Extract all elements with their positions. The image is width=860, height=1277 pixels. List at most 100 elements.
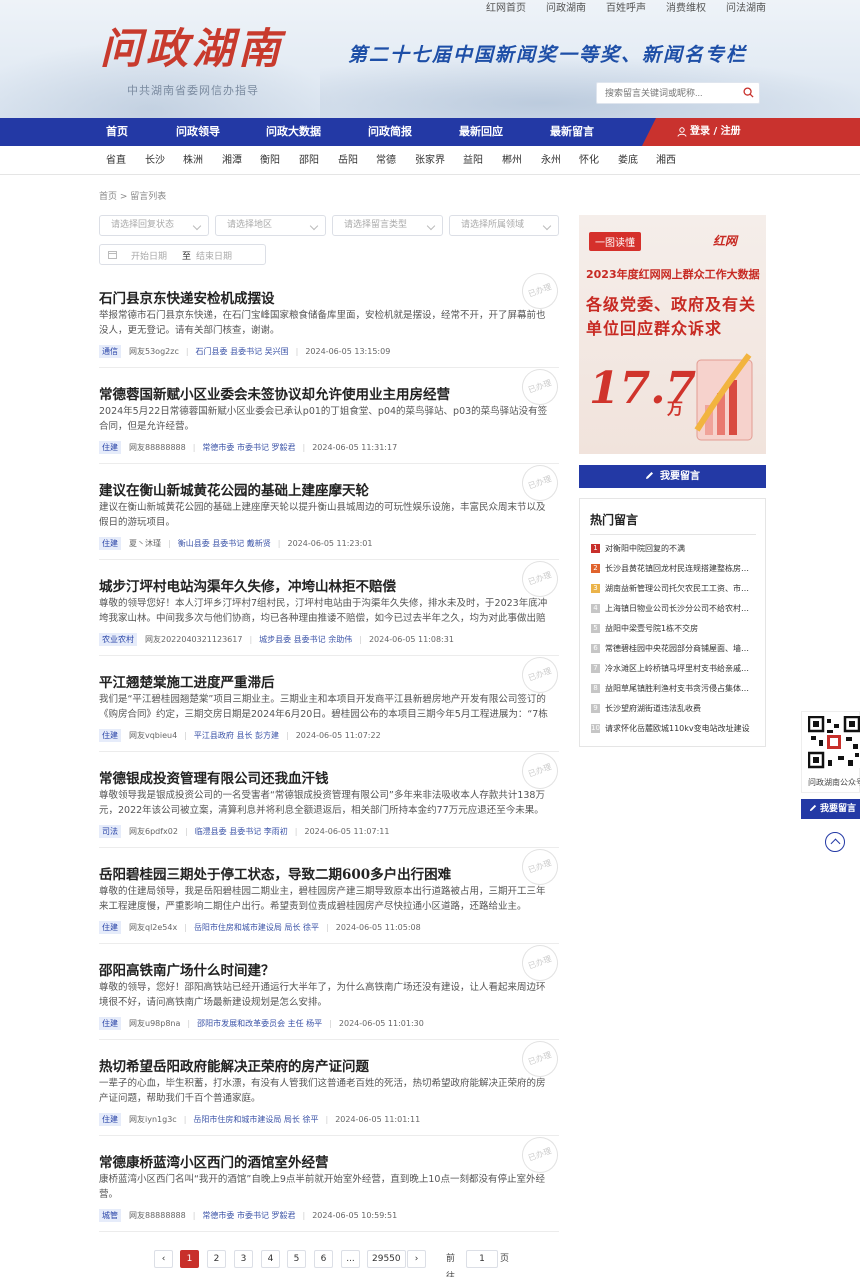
- login-area[interactable]: [642, 118, 860, 146]
- hot-message-item[interactable]: 8 益阳草尾镇胜利渔村支书贪污侵占集体…: [591, 683, 756, 695]
- page-button[interactable]: 4: [261, 1250, 280, 1268]
- site-logo[interactable]: 问政湖南: [100, 24, 284, 74]
- message-department[interactable]: 城步县委 县委书记 余助伟: [259, 634, 352, 645]
- hot-message-item[interactable]: 10 请求怀化岳麓欧城110kv变电站改址建设: [591, 723, 756, 735]
- message-title[interactable]: 热切希望岳阳政府能解决正荣府的房产证问题: [99, 1055, 369, 1075]
- hot-message-item[interactable]: 4 上海镇日物业公司长沙分公司不给农村…: [591, 603, 756, 615]
- message-title[interactable]: 岳阳碧桂园三期处于停工状态，导致二期600多户出行困难: [99, 863, 451, 883]
- goto-page-input[interactable]: 1: [466, 1250, 498, 1268]
- search-input[interactable]: [597, 83, 737, 103]
- category-tag[interactable]: 城管: [99, 1209, 121, 1222]
- last-page-button[interactable]: 29550: [367, 1250, 406, 1268]
- category-tag[interactable]: 住建: [99, 1017, 121, 1030]
- category-tag[interactable]: 住建: [99, 729, 121, 742]
- message-title[interactable]: 石门县京东快递安检机成摆设: [99, 287, 275, 307]
- category-tag[interactable]: 司法: [99, 825, 121, 838]
- message-item[interactable]: 常德蓉国新赋小区业委会未签协议却允许使用业主用房经营 已办理 2024年5月22日常…: [99, 363, 564, 475]
- region-link[interactable]: 郴州: [502, 146, 522, 175]
- message-item[interactable]: 城步汀坪村电站沟渠年久失修，冲垮山林拒不赔偿 已办理 尊敬的领导您好！本人汀坪乡汀坪…: [99, 555, 564, 667]
- top-link-wenfa[interactable]: 问法湖南: [726, 3, 766, 15]
- page-button[interactable]: 5: [287, 1250, 306, 1268]
- hot-message-item[interactable]: 2 长沙县黄花镇回龙村民连规搭建整栋房…: [591, 563, 756, 575]
- region-link[interactable]: 常德: [376, 146, 396, 175]
- message-title[interactable]: 邵阳高铁南广场什么时间建？: [99, 959, 275, 979]
- hot-message-item[interactable]: 3 湖南益新管理公司托欠农民工工资、市…: [591, 583, 756, 595]
- region-link[interactable]: 益阳: [463, 146, 483, 175]
- top-link-wenzheng[interactable]: 问政湖南: [546, 3, 586, 15]
- message-title[interactable]: 常德蓉国新赋小区业委会未签协议却允许使用业主用房经营: [99, 383, 450, 403]
- message-title[interactable]: 常德银成投资管理有限公司还我血汗钱: [99, 767, 329, 787]
- nav-latest-message[interactable]: 最新留言: [550, 118, 594, 146]
- category-tag[interactable]: 住建: [99, 921, 121, 934]
- prev-page-button[interactable]: ‹: [154, 1250, 173, 1268]
- region-link[interactable]: 衡阳: [260, 146, 280, 175]
- message-department[interactable]: 岳阳市住房和城市建设局 局长 徐平: [193, 1114, 318, 1125]
- write-message-button[interactable]: 我要留言: [579, 465, 766, 488]
- message-department[interactable]: 邵阳市发展和改革委员会 主任 杨平: [197, 1018, 322, 1029]
- message-item[interactable]: 常德康桥蓝湾小区西门的酒馆室外经营 已办理 康桥蓝湾小区西门名叫“我开的酒馆”自晚上…: [99, 1131, 564, 1243]
- nav-latest-response[interactable]: 最新回应: [459, 118, 503, 146]
- category-tag[interactable]: 住建: [99, 441, 121, 454]
- message-title[interactable]: 平江翘楚棠施工进度严重滞后: [99, 671, 275, 691]
- category-tag[interactable]: 农业农村: [99, 633, 137, 646]
- message-item[interactable]: 常德银成投资管理有限公司还我血汗钱 已办理 尊敬领导我是银成投资公司的一名受害者“常…: [99, 747, 564, 859]
- status-select[interactable]: 请选择回复状态: [99, 215, 209, 236]
- message-department[interactable]: 常德市委 市委书记 罗毅君: [202, 1210, 295, 1221]
- region-link[interactable]: 永州: [541, 146, 561, 175]
- page-button[interactable]: 2: [207, 1250, 226, 1268]
- region-link[interactable]: 怀化: [579, 146, 599, 175]
- start-date[interactable]: 开始日期: [131, 249, 167, 262]
- next-page-button[interactable]: ›: [407, 1250, 426, 1268]
- hot-message-item[interactable]: 6 常德碧桂园中央花园部分商铺屋面、墙…: [591, 643, 756, 655]
- page-button[interactable]: 6: [314, 1250, 333, 1268]
- nav-bigdata[interactable]: 问政大数据: [266, 118, 321, 146]
- hot-message-item[interactable]: 7 冷水滩区上岭桥镇马坪里村支书给亲戚…: [591, 663, 756, 675]
- hot-message-item[interactable]: 1 对衡阳中院回复的不满: [591, 543, 756, 555]
- category-tag[interactable]: 住建: [99, 537, 121, 550]
- top-link-hongwang[interactable]: 红网首页: [486, 3, 526, 15]
- region-link[interactable]: 省直: [106, 146, 126, 175]
- message-title[interactable]: 城步汀坪村电站沟渠年久失修，冲垮山林拒不赔偿: [99, 575, 396, 595]
- nav-home[interactable]: 首页: [106, 118, 128, 146]
- message-item[interactable]: 平江翘楚棠施工进度严重滞后 已办理 我们是“平江碧桂园翘楚棠”项目三期业主。三期业主…: [99, 651, 564, 763]
- message-item[interactable]: 邵阳高铁南广场什么时间建？ 已办理 尊敬的领导，您好！邵阳高铁站已经开通运行大半年了…: [99, 939, 564, 1051]
- region-link[interactable]: 长沙: [145, 146, 165, 175]
- message-department[interactable]: 常德市委 市委书记 罗毅君: [202, 442, 295, 453]
- message-department[interactable]: 岳阳市住房和城市建设局 局长 徐平: [194, 922, 319, 933]
- date-range-picker[interactable]: 开始日期 至 结束日期: [99, 244, 266, 265]
- region-select[interactable]: 请选择地区: [215, 215, 326, 236]
- region-link[interactable]: 娄底: [618, 146, 638, 175]
- float-write-message-button[interactable]: 我要留言: [801, 799, 860, 819]
- data-banner[interactable]: 一图读懂 红网 2023年度红网网上群众工作大数据 各级党委、政府及有关单位回应…: [579, 215, 766, 454]
- message-item[interactable]: 岳阳碧桂园三期处于停工状态，导致二期600多户出行困难 已办理 尊敬的住建局领导，我…: [99, 843, 564, 955]
- message-item[interactable]: 热切希望岳阳政府能解决正荣府的房产证问题 已办理 一辈子的心血，毕生积蓄，打水漂，有…: [99, 1035, 564, 1147]
- top-link-xiaofei[interactable]: 消费维权: [666, 3, 706, 15]
- message-department[interactable]: 平江县政府 县长 彭方建: [194, 730, 279, 741]
- message-title[interactable]: 常德康桥蓝湾小区西门的酒馆室外经营: [99, 1151, 329, 1171]
- page-button[interactable]: 1: [180, 1250, 199, 1268]
- region-link[interactable]: 株洲: [183, 146, 203, 175]
- category-tag[interactable]: 通信: [99, 345, 121, 358]
- message-department[interactable]: 临澧县委 县委书记 李雨初: [195, 826, 288, 837]
- region-link[interactable]: 湘潭: [222, 146, 242, 175]
- nav-briefing[interactable]: 问政简报: [368, 118, 412, 146]
- field-select[interactable]: 请选择所属领域: [449, 215, 559, 236]
- category-tag[interactable]: 住建: [99, 1113, 121, 1126]
- top-link-baixing[interactable]: 百姓呼声: [606, 3, 646, 15]
- nav-leaders[interactable]: 问政领导: [176, 118, 220, 146]
- region-link[interactable]: 岳阳: [338, 146, 358, 175]
- page-button[interactable]: 3: [234, 1250, 253, 1268]
- page-ellipsis[interactable]: ...: [341, 1250, 360, 1268]
- message-item[interactable]: 建议在衡山新城黄花公园的基础上建座摩天轮 已办理 建议在衡山新城黄花公园的基础上建座…: [99, 459, 564, 571]
- hot-message-item[interactable]: 5 益阳中梁壹号院1栋不交房: [591, 623, 756, 635]
- type-select[interactable]: 请选择留言类型: [332, 215, 443, 236]
- region-link[interactable]: 张家界: [415, 146, 445, 175]
- back-to-top-button[interactable]: [825, 832, 845, 852]
- search-icon[interactable]: [743, 87, 754, 98]
- hot-message-item[interactable]: 9 长沙望府湖街道违法乱收费: [591, 703, 756, 715]
- region-link[interactable]: 邵阳: [299, 146, 319, 175]
- message-title[interactable]: 建议在衡山新城黄花公园的基础上建座摩天轮: [99, 479, 369, 499]
- message-department[interactable]: 衡山县委 县委书记 戴新贤: [178, 538, 271, 549]
- login-register-link[interactable]: 登录 / 注册: [690, 118, 741, 146]
- message-item[interactable]: 石门县京东快递安检机成摆设 已办理 举报常德市石门县京东快递，在石门宝峰国家粮食储备…: [99, 267, 564, 379]
